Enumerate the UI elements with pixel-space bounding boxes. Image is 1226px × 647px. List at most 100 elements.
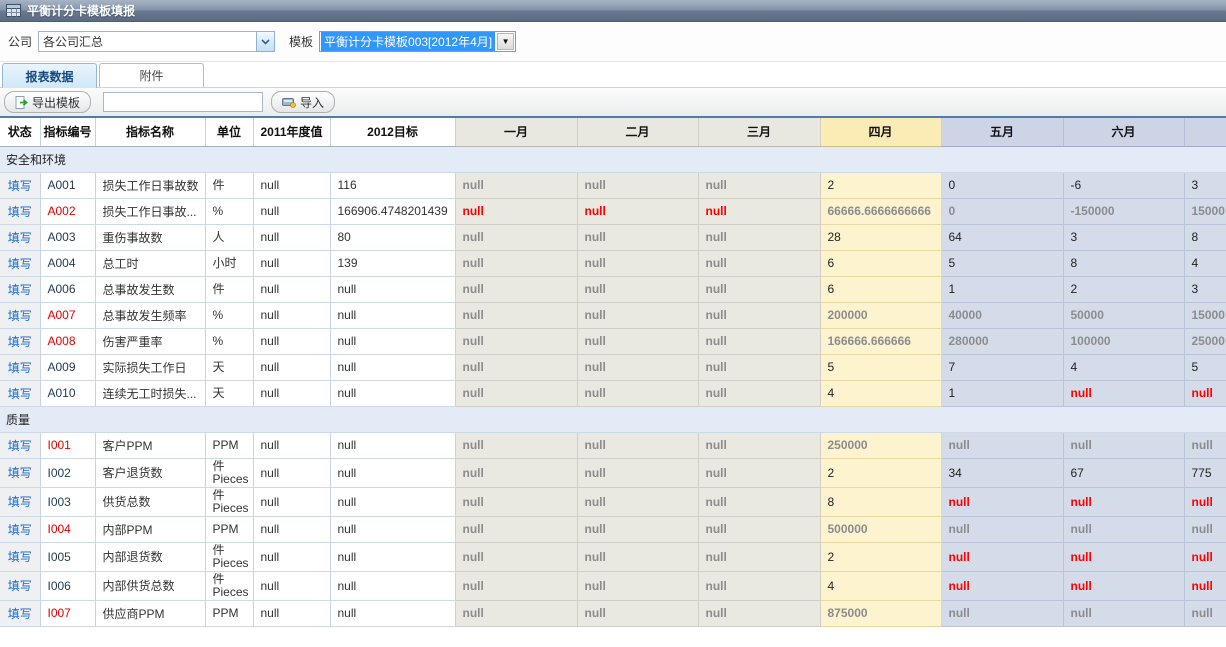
month-value: 25000 [1192,334,1225,348]
col-header-status: 状态 [0,118,40,146]
fill-link[interactable]: 填写 [8,466,32,480]
tab-report-data[interactable]: 报表数据 [2,63,97,88]
tab-attachments[interactable]: 附件 [99,63,204,87]
month-value: null [585,230,606,244]
fill-link[interactable]: 填写 [8,205,32,219]
month-value: null [463,466,484,480]
month-value: null [706,606,727,620]
fill-link[interactable]: 填写 [8,361,32,375]
month-value-cell: 67 [1063,458,1184,487]
import-button[interactable]: 导入 [271,91,335,113]
target-2012-cell: null [330,516,455,542]
indicator-name-cell: 损失工作日事故数 [95,172,205,198]
month-value-cell: null [698,458,820,487]
month-value-cell: 0 [941,172,1063,198]
month-value-cell: null [1184,380,1226,406]
month-value: null [463,522,484,536]
month-value: null [585,550,606,564]
target-2012-cell: null [330,487,455,516]
fill-link[interactable]: 填写 [8,495,32,509]
fill-link[interactable]: 填写 [8,309,32,323]
fill-link[interactable]: 填写 [8,607,32,621]
status-cell: 填写 [0,380,40,406]
month-value: 50000 [1071,308,1104,322]
filter-bar: 公司 模板 平衡计分卡模板003[2012年4月] ▼ [0,22,1226,62]
tab-strip: 报表数据 附件 [0,62,1226,88]
month-value: null [463,334,484,348]
month-value-cell: 40000 [941,302,1063,328]
status-cell: 填写 [0,172,40,198]
status-cell: 填写 [0,250,40,276]
month-value: null [463,360,484,374]
month-value-cell: null [698,302,820,328]
month-value-cell: null [1184,542,1226,571]
month-value: 4 [828,579,835,593]
month-value-cell: 7 [941,354,1063,380]
indicator-id-cell: I007 [40,600,95,626]
unit-cell: 天 [205,380,253,406]
fill-link[interactable]: 填写 [8,179,32,193]
month-value-cell: -6 [1063,172,1184,198]
template-select[interactable]: 平衡计分卡模板003[2012年4月] ▼ [319,31,516,52]
col-header-february: 二月 [577,118,698,146]
month-value-cell: null [577,198,698,224]
month-value: null [706,438,727,452]
indicator-id-cell: A003 [40,224,95,250]
month-value: null [949,606,970,620]
month-value: null [585,334,606,348]
month-value: 775 [1192,466,1212,480]
fill-link[interactable]: 填写 [8,283,32,297]
section-header-label: 质量 [0,406,1226,432]
month-value: 3 [1192,282,1199,296]
fill-link[interactable]: 填写 [8,387,32,401]
month-value-cell: 8 [1184,224,1226,250]
dropdown-arrow-icon[interactable]: ▼ [497,33,514,50]
month-value-cell: null [1184,487,1226,516]
month-value-cell: null [455,172,577,198]
fill-link[interactable]: 填写 [8,579,32,593]
fill-link[interactable]: 填写 [8,335,32,349]
month-value: null [706,466,727,480]
target-2012-cell: null [330,328,455,354]
target-2012-cell: null [330,302,455,328]
month-value: 0 [949,178,956,192]
target-2012-cell: null [330,571,455,600]
month-value-cell: 3 [1184,276,1226,302]
fill-link[interactable]: 填写 [8,550,32,564]
unit-cell: 小时 [205,250,253,276]
month-value: null [1192,386,1213,400]
month-value: 5 [1192,360,1199,374]
fill-link[interactable]: 填写 [8,523,32,537]
company-input[interactable] [38,31,256,52]
month-value: 3 [1071,230,1078,244]
month-value: null [1071,386,1092,400]
month-value: 0 [949,204,956,218]
month-value-cell: null [698,571,820,600]
unit-cell: 人 [205,224,253,250]
fill-link[interactable]: 填写 [8,231,32,245]
chevron-down-icon[interactable] [256,31,275,52]
company-combobox [38,31,275,52]
filename-input[interactable] [103,92,263,112]
month-value: 4 [1071,360,1078,374]
month-value: 5 [828,360,835,374]
month-value: null [585,178,606,192]
indicator-id-cell: I004 [40,516,95,542]
month-value-cell: null [455,302,577,328]
month-value-cell: 0 [941,198,1063,224]
window-titlebar: 平衡计分卡模板填报 [0,0,1226,22]
fill-link[interactable]: 填写 [8,439,32,453]
template-label: 模板 [289,33,313,50]
month-value-cell: 6 [820,250,941,276]
value-2011-cell: null [253,328,330,354]
status-cell: 填写 [0,458,40,487]
month-value-cell: null [455,250,577,276]
section-header-label: 安全和环境 [0,146,1226,172]
month-value-cell: 4 [1184,250,1226,276]
indicator-row: 填写I001客户PPMPPMnullnullnullnullnull250000… [0,432,1226,458]
fill-link[interactable]: 填写 [8,257,32,271]
export-template-button[interactable]: 导出模板 [4,91,91,113]
month-value-cell: null [1184,432,1226,458]
month-value-cell: null [941,542,1063,571]
month-value-cell: null [577,487,698,516]
